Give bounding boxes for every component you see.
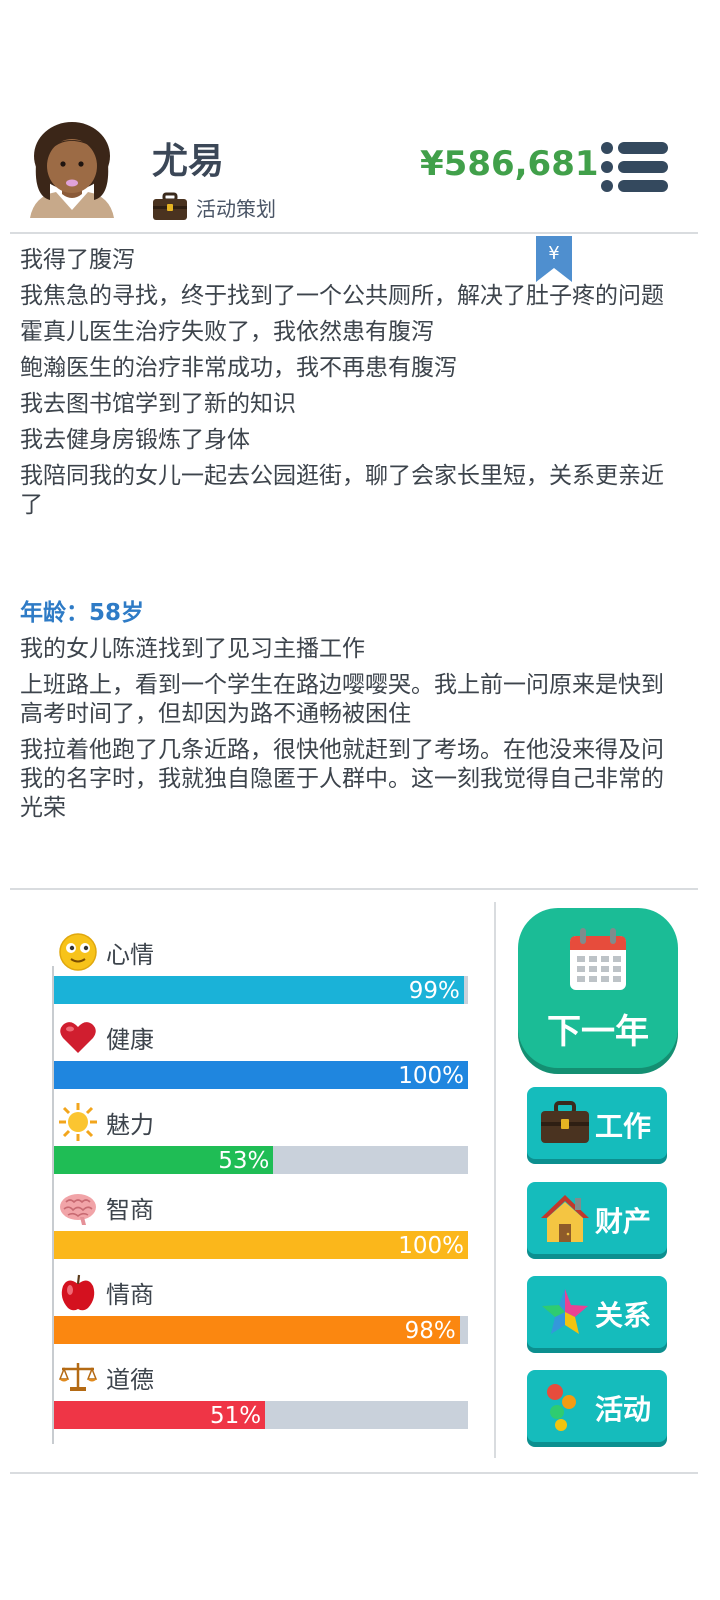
- stat-bar-track: 98%: [54, 1316, 468, 1344]
- log-line: 上班路上，看到一个学生在路边嘤嘤哭。我上前一问原来是快到高考时间了，但却因为路不…: [20, 672, 664, 727]
- stat-head: 健康: [58, 1017, 154, 1057]
- log-spacer: [20, 527, 680, 593]
- activities-label: 活动: [595, 1393, 652, 1426]
- stat-bar-fill: 99%: [54, 976, 464, 1004]
- stat-label: 健康: [106, 1025, 154, 1054]
- stat-bar-track: 51%: [54, 1401, 468, 1429]
- stat-bar-fill: 51%: [54, 1401, 266, 1429]
- stat-label: 道德: [106, 1365, 154, 1394]
- briefcase-icon: [153, 192, 187, 220]
- log-line: 我的女儿陈涟找到了见习主播工作: [20, 636, 365, 662]
- brain-icon: [60, 1194, 96, 1225]
- stat-head: 情商: [58, 1272, 154, 1312]
- heart-icon: [60, 1022, 96, 1053]
- stat-bar-track: 53%: [54, 1146, 468, 1174]
- next-year-button[interactable]: 下一年: [518, 908, 678, 1068]
- log-line: 我去图书馆学到了新的知识: [20, 391, 296, 417]
- money-display: ¥586,681: [420, 144, 599, 184]
- work-label: 工作: [595, 1110, 652, 1143]
- stats-axis-line: [52, 966, 54, 1444]
- log-line: 霍真儿医生治疗失败了，我依然患有腹泻: [20, 319, 434, 345]
- assets-button[interactable]: 财产: [527, 1182, 667, 1254]
- log-line: 我去健身房锻炼了身体: [20, 427, 250, 453]
- work-button[interactable]: 工作: [527, 1087, 667, 1159]
- stat-head: 智商: [58, 1187, 154, 1227]
- activity-dots-icon: [547, 1384, 576, 1431]
- section-divider: [10, 888, 698, 890]
- stat-label: 智商: [106, 1195, 154, 1224]
- player-avatar[interactable]: [26, 114, 118, 218]
- event-log: 我得了腹泻 我焦急的寻找，终于找到了一个公共厕所，解决了肚子疼的问题 霍真儿医生…: [20, 246, 680, 830]
- sun-icon: [59, 1103, 97, 1141]
- assets-label: 财产: [595, 1205, 652, 1238]
- stat-percent: 98%: [404, 1318, 456, 1344]
- stat-percent: 99%: [408, 978, 460, 1004]
- stat-label: 魅力: [106, 1110, 154, 1139]
- bottom-divider: [10, 1472, 698, 1474]
- stat-bar-fill: 100%: [54, 1231, 468, 1259]
- log-line: 我陪同我的女儿一起去公园逛街，聊了会家长里短，关系更亲近了: [20, 463, 664, 518]
- log-line: 我焦急的寻找，终于找到了一个公共厕所，解决了肚子疼的问题: [20, 283, 664, 309]
- star-icon: [542, 1289, 588, 1334]
- stat-bar-fill: 98%: [54, 1316, 460, 1344]
- smiley-icon: [59, 933, 97, 971]
- calendar-icon: [570, 928, 626, 990]
- log-line: 我拉着他跑了几条近路，很快他就赶到了考场。在他没来得及问我的名字时，我就独自隐匿…: [20, 737, 664, 821]
- menu-icon[interactable]: [600, 140, 670, 194]
- stat-bar-track: 99%: [54, 976, 468, 1004]
- stat-percent: 100%: [398, 1233, 464, 1259]
- stat-head: 心情: [58, 932, 154, 972]
- job-title: 活动策划: [196, 196, 276, 221]
- relations-button[interactable]: 关系: [527, 1276, 667, 1348]
- stat-bar-fill: 100%: [54, 1061, 468, 1089]
- apple-icon: [61, 1274, 95, 1311]
- log-line: 我得了腹泻: [20, 247, 135, 273]
- stat-bar-fill: 53%: [54, 1146, 274, 1174]
- stat-label: 心情: [106, 940, 154, 969]
- stat-bar-track: 100%: [54, 1231, 468, 1259]
- stat-percent: 53%: [218, 1148, 270, 1174]
- stat-bar-track: 100%: [54, 1061, 468, 1089]
- job-row: 活动策划: [152, 192, 276, 222]
- scales-icon: [58, 1363, 98, 1391]
- stat-percent: 51%: [210, 1403, 262, 1429]
- next-year-label: 下一年: [547, 1012, 649, 1052]
- header-divider: [10, 232, 698, 234]
- briefcase-icon: [541, 1101, 589, 1143]
- activities-button[interactable]: 活动: [527, 1370, 667, 1442]
- stat-percent: 100%: [398, 1063, 464, 1089]
- player-name: 尤易: [152, 141, 225, 182]
- age-heading: 年龄：58岁: [20, 600, 145, 626]
- relations-label: 关系: [595, 1299, 652, 1332]
- panel-divider: [494, 902, 496, 1458]
- log-line: 鲍瀚医生的治疗非常成功，我不再患有腹泻: [20, 355, 457, 381]
- stat-head: 魅力: [58, 1102, 154, 1142]
- stat-label: 情商: [106, 1280, 154, 1309]
- stat-head: 道德: [58, 1357, 154, 1397]
- player-header: 尤易 活动策划 ¥586,681: [0, 110, 720, 240]
- house-icon: [541, 1195, 589, 1242]
